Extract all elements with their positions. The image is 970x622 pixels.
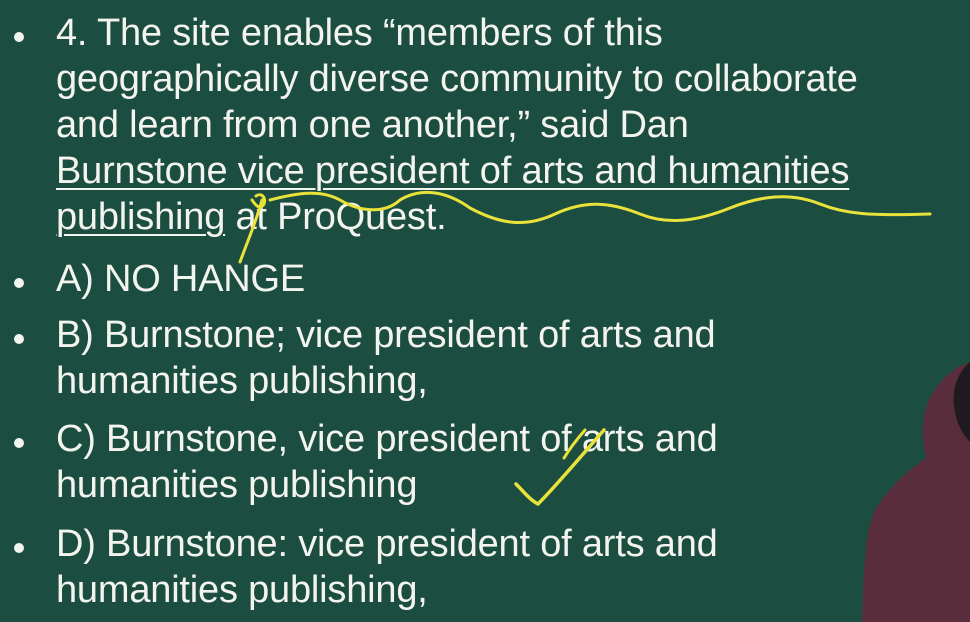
question-line-1: 4. The site enables “members of this xyxy=(56,12,663,54)
question-line-4: Burnstone vice president of arts and hum… xyxy=(56,150,850,192)
question-line-5: publishing at ProQuest. xyxy=(56,194,966,240)
option-b-line-2: humanities publishing, xyxy=(56,360,428,402)
question-text: 4. The site enables “members of this geo… xyxy=(56,10,966,240)
bullet-dot xyxy=(14,438,24,448)
option-c-text: C) Burnstone, vice president of arts and… xyxy=(56,416,966,508)
question-line-3: and learn from one another,” said Dan xyxy=(56,104,689,146)
option-d-line-2: humanities publishing, xyxy=(56,569,428,611)
option-a-line-1: A) NO HANGE xyxy=(56,258,306,300)
bullet-dot xyxy=(14,278,24,288)
option-b-line-1: B) Burnstone; vice president of arts and xyxy=(56,314,716,356)
bullet-dot xyxy=(14,334,24,344)
option-c-line-1: C) Burnstone, vice president of arts and xyxy=(56,418,718,460)
option-d-text: D) Burnstone: vice president of arts and… xyxy=(56,521,966,613)
underlined-word: publishing xyxy=(56,196,226,238)
bullet-dot xyxy=(14,32,24,42)
slide: 4. The site enables “members of this geo… xyxy=(0,0,970,622)
option-a-text: A) NO HANGE xyxy=(56,256,966,302)
option-b-text: B) Burnstone; vice president of arts and… xyxy=(56,312,966,404)
presenter-silhouette xyxy=(862,362,970,622)
question-line-2: geographically diverse community to coll… xyxy=(56,58,858,100)
option-d-line-1: D) Burnstone: vice president of arts and xyxy=(56,523,718,565)
bullet-dot xyxy=(14,543,24,553)
option-c-line-2: humanities publishing xyxy=(56,464,418,506)
question-line-5-rest: at ProQuest. xyxy=(225,196,447,238)
